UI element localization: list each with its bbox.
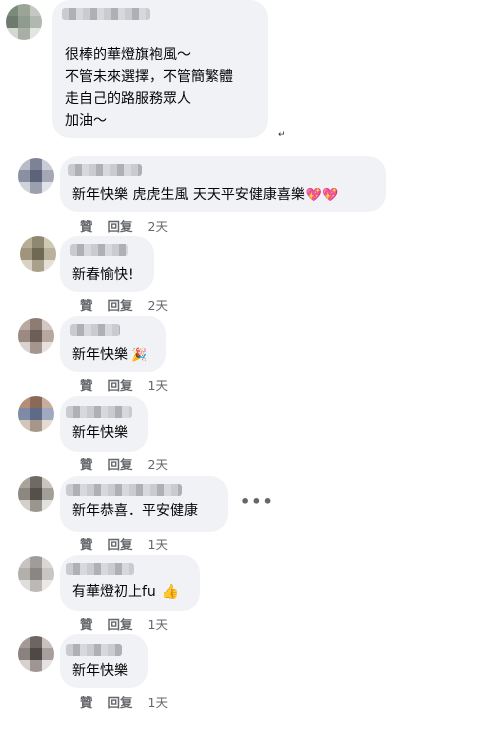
commenter-name[interactable] <box>66 484 182 496</box>
comment-text: 新年快樂 <box>72 663 128 679</box>
commenter-name[interactable] <box>66 644 122 656</box>
reply-button[interactable]: 回复 <box>108 692 133 711</box>
reply-button[interactable]: 回复 <box>108 295 133 314</box>
comment-bubble: 新春愉快! <box>60 236 154 292</box>
party-popper-icon: 🎉 <box>131 348 148 363</box>
avatar[interactable] <box>18 396 54 432</box>
commenter-name[interactable] <box>68 164 142 176</box>
avatar[interactable] <box>18 636 54 672</box>
comment-actions: 贊 回复 1天 <box>80 375 168 394</box>
like-button[interactable]: 贊 <box>80 216 93 235</box>
like-button[interactable]: 贊 <box>80 295 93 314</box>
commenter-name[interactable] <box>66 563 134 575</box>
avatar[interactable] <box>6 4 42 40</box>
comment-timestamp[interactable]: 1天 <box>148 534 168 553</box>
commenter-name[interactable] <box>62 8 150 20</box>
comment-timestamp[interactable]: 1天 <box>148 614 168 633</box>
comment-text: 有華燈初上fu 👍 <box>72 581 179 603</box>
comment-bubble: 很棒的華燈旗袍風～ 不管未來選擇，不管簡繁體 走自己的路服務眾人 加油～ <box>52 0 268 138</box>
thumbs-up-icon: 👍 <box>161 584 180 600</box>
more-horizontal-icon[interactable]: ••• <box>240 492 274 511</box>
commenter-name[interactable] <box>66 406 132 418</box>
avatar[interactable] <box>18 556 54 592</box>
like-button[interactable]: 贊 <box>80 614 93 633</box>
comment-bubble: 新年快樂 <box>60 634 148 688</box>
comment-bubble: 新年恭喜．平安健康 <box>60 476 228 532</box>
like-button[interactable]: 贊 <box>80 454 93 473</box>
comment-actions: 贊 回复 2天 <box>80 454 168 473</box>
comment-text-line: 走自己的路服務眾人 <box>65 91 191 107</box>
comment-actions: 贊 回复 2天 <box>80 216 168 235</box>
like-button[interactable]: 贊 <box>80 534 93 553</box>
comment-text: 新年快樂 🎉 <box>72 344 147 367</box>
comment-timestamp[interactable]: 2天 <box>148 454 168 473</box>
comment-actions: 贊 回复 1天 <box>80 692 168 711</box>
comment-text: 新年快樂 虎虎生風 天天平安健康喜樂💖💖 <box>72 184 338 207</box>
commenter-name[interactable] <box>70 324 120 336</box>
avatar[interactable] <box>18 318 54 354</box>
reply-button[interactable]: 回复 <box>108 614 133 633</box>
comment-text: 新年恭喜．平安健康 <box>72 503 198 519</box>
text-cursor-icon: ↵ <box>278 130 286 140</box>
comment-timestamp[interactable]: 2天 <box>148 295 168 314</box>
reply-button[interactable]: 回复 <box>108 375 133 394</box>
comment-text-line: 不管未來選擇，不管簡繁體 <box>65 69 233 85</box>
avatar[interactable] <box>18 158 54 194</box>
comment-bubble: 新年快樂 虎虎生風 天天平安健康喜樂💖💖 <box>60 156 386 212</box>
comment-timestamp[interactable]: 1天 <box>148 692 168 711</box>
comment-bubble: 有華燈初上fu 👍 <box>60 555 200 611</box>
reply-button[interactable]: 回复 <box>108 534 133 553</box>
like-button[interactable]: 贊 <box>80 375 93 394</box>
comment-text-line: 很棒的華燈旗袍風～ <box>65 47 191 63</box>
comment-actions: 贊 回复 1天 <box>80 614 168 633</box>
comment-text: 新春愉快! <box>72 267 134 283</box>
comment-timestamp[interactable]: 1天 <box>148 375 168 394</box>
comment-bubble: 新年快樂 <box>60 396 148 452</box>
reply-button[interactable]: 回复 <box>108 454 133 473</box>
comment-text: 新年快樂 <box>72 425 128 441</box>
comment-actions: 贊 回复 2天 <box>80 295 168 314</box>
avatar[interactable] <box>20 236 56 272</box>
like-button[interactable]: 贊 <box>80 692 93 711</box>
comment-timestamp[interactable]: 2天 <box>148 216 168 235</box>
comment-actions: 贊 回复 1天 <box>80 534 168 553</box>
comment-text-line: 加油～ <box>65 113 107 129</box>
comment-bubble: 新年快樂 🎉 <box>60 316 166 372</box>
avatar[interactable] <box>18 476 54 512</box>
heart-ribbon-icon: 💖💖 <box>305 188 339 203</box>
reply-button[interactable]: 回复 <box>108 216 133 235</box>
commenter-name[interactable] <box>70 244 128 256</box>
